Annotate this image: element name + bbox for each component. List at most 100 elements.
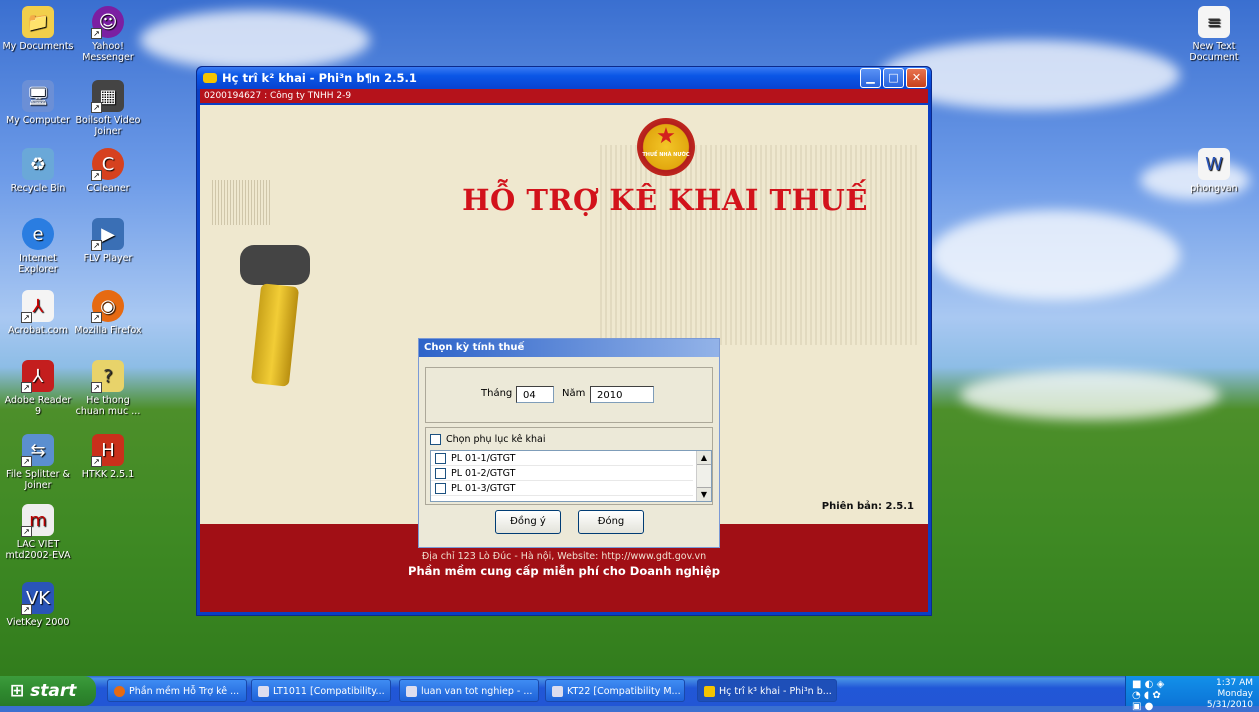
vietkey-tray-icon[interactable]: ■ <box>1132 679 1141 690</box>
htkk-icon: H ↗ <box>91 434 124 467</box>
scroll-down-icon[interactable]: ▼ <box>697 487 711 501</box>
cloud <box>960 370 1220 420</box>
network-icon[interactable]: ◐ <box>1145 679 1154 690</box>
desktop-icon-acrobat[interactable]: ⅄ ↗ Acrobat.com <box>2 290 74 336</box>
year-label: Năm <box>562 388 586 399</box>
tray-icons[interactable]: ■ ◐ ◈ ◔ ◖ ✿ ▣ ● <box>1132 679 1172 712</box>
close-button[interactable]: ✕ <box>906 68 927 88</box>
security-icon[interactable]: ◈ <box>1157 679 1165 690</box>
desktop-icon-new-text-document[interactable]: ≡ New Text Document <box>1178 6 1250 63</box>
messenger-tray-icon[interactable]: ✿ <box>1152 690 1160 701</box>
appendix-checkbox[interactable] <box>430 434 441 445</box>
address-text: Địa chỉ 123 Lò Đúc - Hà nội, Website: ht… <box>421 551 707 562</box>
ccleaner-icon: C ↗ <box>91 148 124 181</box>
htkk-icon <box>704 686 715 697</box>
taskbar-button[interactable]: Phần mềm Hỗ Trợ kê ... <box>107 679 247 702</box>
taskbar-button[interactable]: luan van tot nghiep - ... <box>399 679 539 702</box>
company-bar: 0200194627 : Công ty TNHH 2-9 <box>200 89 928 103</box>
vietkey-icon: VK ↗ <box>21 582 54 615</box>
page-title: HỖ TRỢ KÊ KHAI THUẾ <box>462 183 868 217</box>
desktop-icon-recycle-bin[interactable]: ♻ Recycle Bin <box>2 148 74 194</box>
app-client-area: ★ THUẾ NHÀ NƯỚC HỖ TRỢ KÊ KHAI THUẾ Phiê… <box>200 105 928 612</box>
month-label: Tháng <box>481 388 513 399</box>
lac-viet-icon: m ↗ <box>21 504 54 537</box>
close-dialog-button[interactable]: Đóng <box>578 510 644 534</box>
month-field[interactable]: 04 <box>516 386 554 403</box>
list-item[interactable]: PL 01-3/GTGT <box>431 481 693 496</box>
clock[interactable]: 1:37 AM Monday 5/31/2010 <box>1207 678 1253 711</box>
appendix-list[interactable]: PL 01-1/GTGT PL 01-2/GTGT PL 01-3/GTGT ▲… <box>430 450 712 502</box>
taskbar-button-active[interactable]: Hç trî k³ khai - Phi³n b... <box>697 679 837 702</box>
system-tray: ■ ◐ ◈ ◔ ◖ ✿ ▣ ● 1:37 AM Monday 5/31/2010 <box>1125 676 1259 712</box>
volume-icon[interactable]: ◖ <box>1144 690 1149 701</box>
window-title: Hç trî k² khai - Phi³n b¶n 2.5.1 <box>222 71 417 85</box>
word-document-icon <box>258 686 269 697</box>
taskbar-button[interactable]: KT22 [Compatibility M... <box>545 679 685 702</box>
list-item[interactable]: PL 01-1/GTGT <box>431 451 693 466</box>
tax-emblem-icon: ★ THUẾ NHÀ NƯỚC <box>637 118 695 176</box>
clock-time: 1:37 AM <box>1216 678 1253 688</box>
desktop-icon-adobe-reader[interactable]: ⅄ ↗ Adobe Reader 9 <box>2 360 74 417</box>
list-item[interactable]: PL 01-2/GTGT <box>431 466 693 481</box>
word-document-icon <box>552 686 563 697</box>
scroll-up-icon[interactable]: ▲ <box>697 451 711 465</box>
folder-icon: 📁 <box>22 6 54 38</box>
minimize-button[interactable]: ▁ <box>860 68 881 88</box>
barcode-scanner-image <box>240 245 320 387</box>
cloud <box>930 210 1180 300</box>
computer-icon: 🖥 <box>22 80 54 112</box>
desktop-icon-yahoo-messenger[interactable]: ☺ ↗ Yahoo! Messenger <box>72 6 144 63</box>
cloud <box>140 10 370 70</box>
appendix-group: Chọn phụ lục kê khai PL 01-1/GTGT PL 01-… <box>425 427 713 505</box>
desktop-icon-my-computer[interactable]: 🖥 My Computer <box>2 80 74 126</box>
barcode-image <box>212 180 272 225</box>
desktop-icon-lac-viet[interactable]: m ↗ LAC VIET mtd2002-EVA <box>2 504 74 561</box>
word-document-icon: W <box>1198 148 1230 180</box>
free-software-text: Phần mềm cung cấp miễn phí cho Doanh ngh… <box>408 564 720 578</box>
update-icon[interactable]: ◔ <box>1132 690 1141 701</box>
firefox-icon: ◉ ↗ <box>91 290 124 323</box>
dialog-title[interactable]: Chọn kỳ tính thuế <box>419 339 719 357</box>
item-checkbox[interactable] <box>435 483 446 494</box>
taskbar: ⊞ start Phần mềm Hỗ Trợ kê ... LT1011 [C… <box>0 676 1259 712</box>
display-icon[interactable]: ▣ <box>1132 701 1141 712</box>
word-document-icon <box>406 686 417 697</box>
period-group: Tháng 04 Năm 2010 <box>425 367 713 423</box>
item-checkbox[interactable] <box>435 468 446 479</box>
desktop-icon-internet-explorer[interactable]: e Internet Explorer <box>2 218 74 275</box>
antivirus-icon[interactable]: ● <box>1145 701 1154 712</box>
version-label: Phiên bản: 2.5.1 <box>821 501 914 512</box>
app-icon <box>203 73 217 83</box>
file-splitter-icon: ⇆ ↗ <box>21 434 54 467</box>
desktop-icon-phongvan[interactable]: W phongvan <box>1178 148 1250 194</box>
desktop-icon-htkk[interactable]: H ↗ HTKK 2.5.1 <box>72 434 144 480</box>
acrobat-icon: ⅄ ↗ <box>21 290 54 323</box>
desktop-icon-flv-player[interactable]: ▶ ↗ FLV Player <box>72 218 144 264</box>
desktop-icon-he-thong[interactable]: ? ↗ He thong chuan muc ... <box>72 360 144 417</box>
start-button[interactable]: ⊞ start <box>0 676 96 706</box>
barcode-background <box>600 145 920 345</box>
desktop-icon-ccleaner[interactable]: C ↗ CCleaner <box>72 148 144 194</box>
desktop-icon-boilsoft-video-joiner[interactable]: ▦ ↗ Boilsoft Video Joiner <box>72 80 144 137</box>
clock-day: Monday <box>1217 689 1253 699</box>
firefox-icon <box>114 686 125 697</box>
video-joiner-icon: ▦ ↗ <box>91 80 124 113</box>
tax-period-dialog: Chọn kỳ tính thuế Tháng 04 Năm 2010 Chọn… <box>418 338 720 548</box>
desktop-icon-file-splitter[interactable]: ⇆ ↗ File Splitter & Joiner <box>2 434 74 491</box>
yahoo-messenger-icon: ☺ ↗ <box>91 6 124 39</box>
appendix-checkbox-row[interactable]: Chọn phụ lục kê khai <box>430 434 546 445</box>
list-scrollbar[interactable]: ▲ ▼ <box>696 451 711 501</box>
desktop-icon-mozilla-firefox[interactable]: ◉ ↗ Mozilla Firefox <box>72 290 144 336</box>
taskbar-button[interactable]: LT1011 [Compatibility... <box>251 679 391 702</box>
year-field[interactable]: 2010 <box>590 386 654 403</box>
internet-explorer-icon: e <box>22 218 54 250</box>
flv-player-icon: ▶ ↗ <box>91 218 124 251</box>
ok-button[interactable]: Đồng ý <box>495 510 561 534</box>
maximize-button[interactable]: □ <box>883 68 904 88</box>
desktop-icon-my-documents[interactable]: 📁 My Documents <box>2 6 74 52</box>
item-checkbox[interactable] <box>435 453 446 464</box>
adobe-reader-icon: ⅄ ↗ <box>21 360 54 393</box>
window-titlebar[interactable]: Hç trî k² khai - Phi³n b¶n 2.5.1 ▁ □ ✕ <box>197 67 931 89</box>
desktop-icon-vietkey[interactable]: VK ↗ VietKey 2000 <box>2 582 74 628</box>
app-window: Hç trî k² khai - Phi³n b¶n 2.5.1 ▁ □ ✕ 0… <box>196 66 932 616</box>
